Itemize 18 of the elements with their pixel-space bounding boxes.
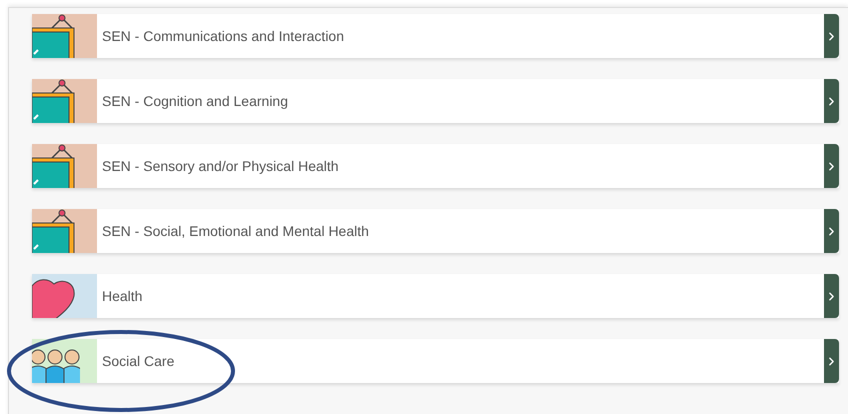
- open-button[interactable]: [824, 144, 839, 188]
- category-card[interactable]: SEN - Communications and Interaction: [32, 14, 839, 58]
- category-card[interactable]: SEN - Social, Emotional and Mental Health: [32, 209, 839, 253]
- category-label: SEN - Communications and Interaction: [101, 26, 345, 46]
- category-label: Health: [101, 286, 144, 306]
- category-label: Social Care: [101, 352, 176, 370]
- open-button[interactable]: [824, 209, 839, 253]
- category-label: SEN - Sensory and/or Physical Health: [101, 156, 340, 176]
- category-card[interactable]: Social Care: [32, 339, 839, 383]
- category-label: SEN - Cognition and Learning: [101, 92, 290, 111]
- open-button[interactable]: [824, 339, 839, 383]
- category-card[interactable]: SEN - Sensory and/or Physical Health: [32, 144, 839, 188]
- category-card[interactable]: Health: [32, 274, 839, 318]
- open-button[interactable]: [824, 79, 839, 123]
- category-label: SEN - Social, Emotional and Mental Health: [101, 222, 370, 240]
- open-button[interactable]: [824, 274, 839, 318]
- category-card[interactable]: SEN - Cognition and Learning: [32, 79, 839, 123]
- open-button[interactable]: [824, 14, 839, 58]
